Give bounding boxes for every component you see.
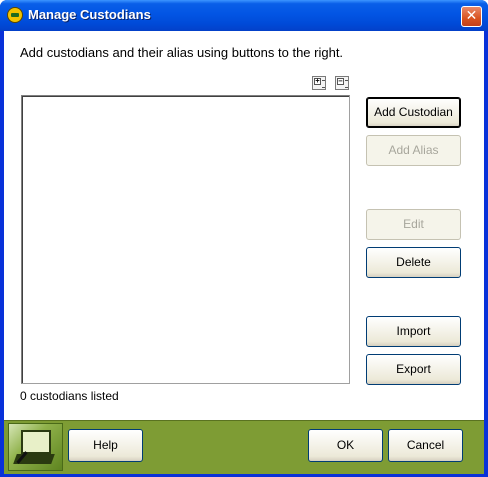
instructions-text: Add custodians and their alias using but…	[20, 45, 344, 60]
custodian-list[interactable]	[21, 95, 350, 384]
collapse-all-button[interactable]: −	[335, 76, 349, 90]
collapse-all-icon: −	[337, 77, 344, 85]
ok-button[interactable]: OK	[308, 429, 383, 462]
dialog-window: Manage Custodians ✕ Add custodians and t…	[0, 0, 488, 477]
help-button[interactable]: Help	[68, 429, 143, 462]
delete-button[interactable]: Delete	[366, 247, 461, 278]
expand-all-icon: +	[314, 77, 321, 85]
dialog-body: Add custodians and their alias using but…	[4, 31, 484, 474]
dialog-footer: Help OK Cancel	[4, 420, 484, 474]
title-bar[interactable]: Manage Custodians ✕	[0, 0, 488, 31]
add-alias-button[interactable]: Add Alias	[366, 135, 461, 166]
app-logo	[8, 423, 63, 471]
import-button[interactable]: Import	[366, 316, 461, 347]
edit-button[interactable]: Edit	[366, 209, 461, 240]
export-button[interactable]: Export	[366, 354, 461, 385]
expand-all-button[interactable]: +	[312, 76, 326, 90]
close-button[interactable]: ✕	[461, 6, 482, 27]
add-custodian-button[interactable]: Add Custodian	[366, 97, 461, 128]
status-count: 0 custodians listed	[20, 389, 119, 403]
app-icon	[7, 7, 23, 23]
close-icon: ✕	[465, 8, 478, 24]
window-title: Manage Custodians	[28, 7, 151, 22]
cancel-button[interactable]: Cancel	[388, 429, 463, 462]
